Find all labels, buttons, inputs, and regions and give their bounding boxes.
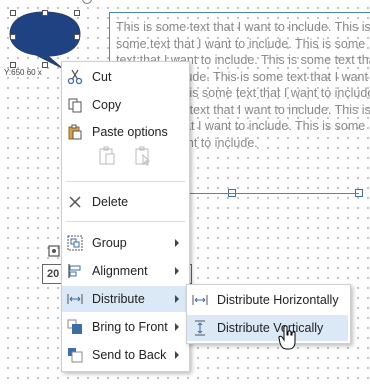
menu-item-label: Bring to Front [92, 320, 168, 334]
send-to-back-icon [67, 347, 83, 363]
paste-icon [67, 124, 83, 140]
menu-item-label: Send to Back [92, 348, 167, 362]
distribute-icon [67, 291, 83, 307]
menu-item-label: Group [92, 236, 127, 250]
submenu-arrow-icon [175, 351, 179, 359]
submenu-arrow-icon [175, 239, 179, 247]
resize-handle[interactable] [10, 34, 16, 40]
distribute-horizontally-icon [192, 292, 208, 308]
menu-item-label: Distribute Vertically [217, 321, 324, 335]
menu-item-alignment[interactable]: Alignment [62, 258, 187, 284]
paste-keep-formatting-icon[interactable] [98, 146, 116, 171]
menu-item-paste-options: Paste options [62, 119, 187, 145]
hand-pointer-cursor-icon [278, 325, 298, 356]
resize-handle[interactable] [42, 10, 48, 16]
menu-item-label: Alignment [92, 264, 148, 278]
group-icon [67, 235, 83, 251]
menu-item-distribute-vertically[interactable]: Distribute Vertically [187, 315, 348, 341]
menu-item-bring-to-front[interactable]: Bring to Front [62, 314, 187, 340]
resize-handle[interactable] [74, 34, 80, 40]
align-left-icon [67, 263, 83, 279]
menu-item-label: Copy [92, 98, 122, 112]
resize-handle[interactable] [42, 62, 48, 68]
menu-separator [66, 181, 185, 182]
scissors-icon [67, 69, 83, 85]
resize-handle[interactable] [74, 10, 80, 16]
menu-item-group[interactable]: Group [62, 230, 187, 256]
distribute-submenu: Distribute Horizontally Distribute Verti… [186, 284, 351, 344]
menu-item-send-to-back[interactable]: Send to Back [62, 342, 187, 368]
menu-item-delete[interactable]: Delete [62, 189, 187, 215]
menu-item-label: Paste options [92, 125, 168, 139]
submenu-arrow-icon [175, 295, 179, 303]
context-menu: Cut Copy Paste options Delete Group Alig… [61, 61, 190, 372]
shape-coordinate-label: Y:650 60 x [4, 68, 42, 77]
menu-item-distribute-horizontally[interactable]: Distribute Horizontally [187, 287, 348, 313]
menu-item-copy[interactable]: Copy [62, 92, 187, 118]
resize-handle[interactable] [10, 10, 16, 16]
menu-item-label: Distribute [92, 292, 145, 306]
paste-picture-icon[interactable] [134, 146, 152, 171]
submenu-arrow-icon [175, 267, 179, 275]
data-field-icon [48, 244, 60, 257]
date-field-value: 20 [47, 268, 60, 280]
bring-to-front-icon [67, 319, 83, 335]
menu-item-label: Delete [92, 195, 129, 209]
menu-item-cut[interactable]: Cut [62, 64, 187, 90]
submenu-arrow-icon [175, 323, 179, 331]
menu-separator [66, 221, 185, 222]
delete-icon [67, 194, 83, 210]
copy-icon [67, 97, 83, 113]
distribute-vertically-icon [192, 320, 208, 336]
menu-item-distribute[interactable]: Distribute [62, 286, 187, 312]
menu-item-label: Distribute Horizontally [217, 293, 339, 307]
menu-item-label: Cut [92, 70, 112, 84]
